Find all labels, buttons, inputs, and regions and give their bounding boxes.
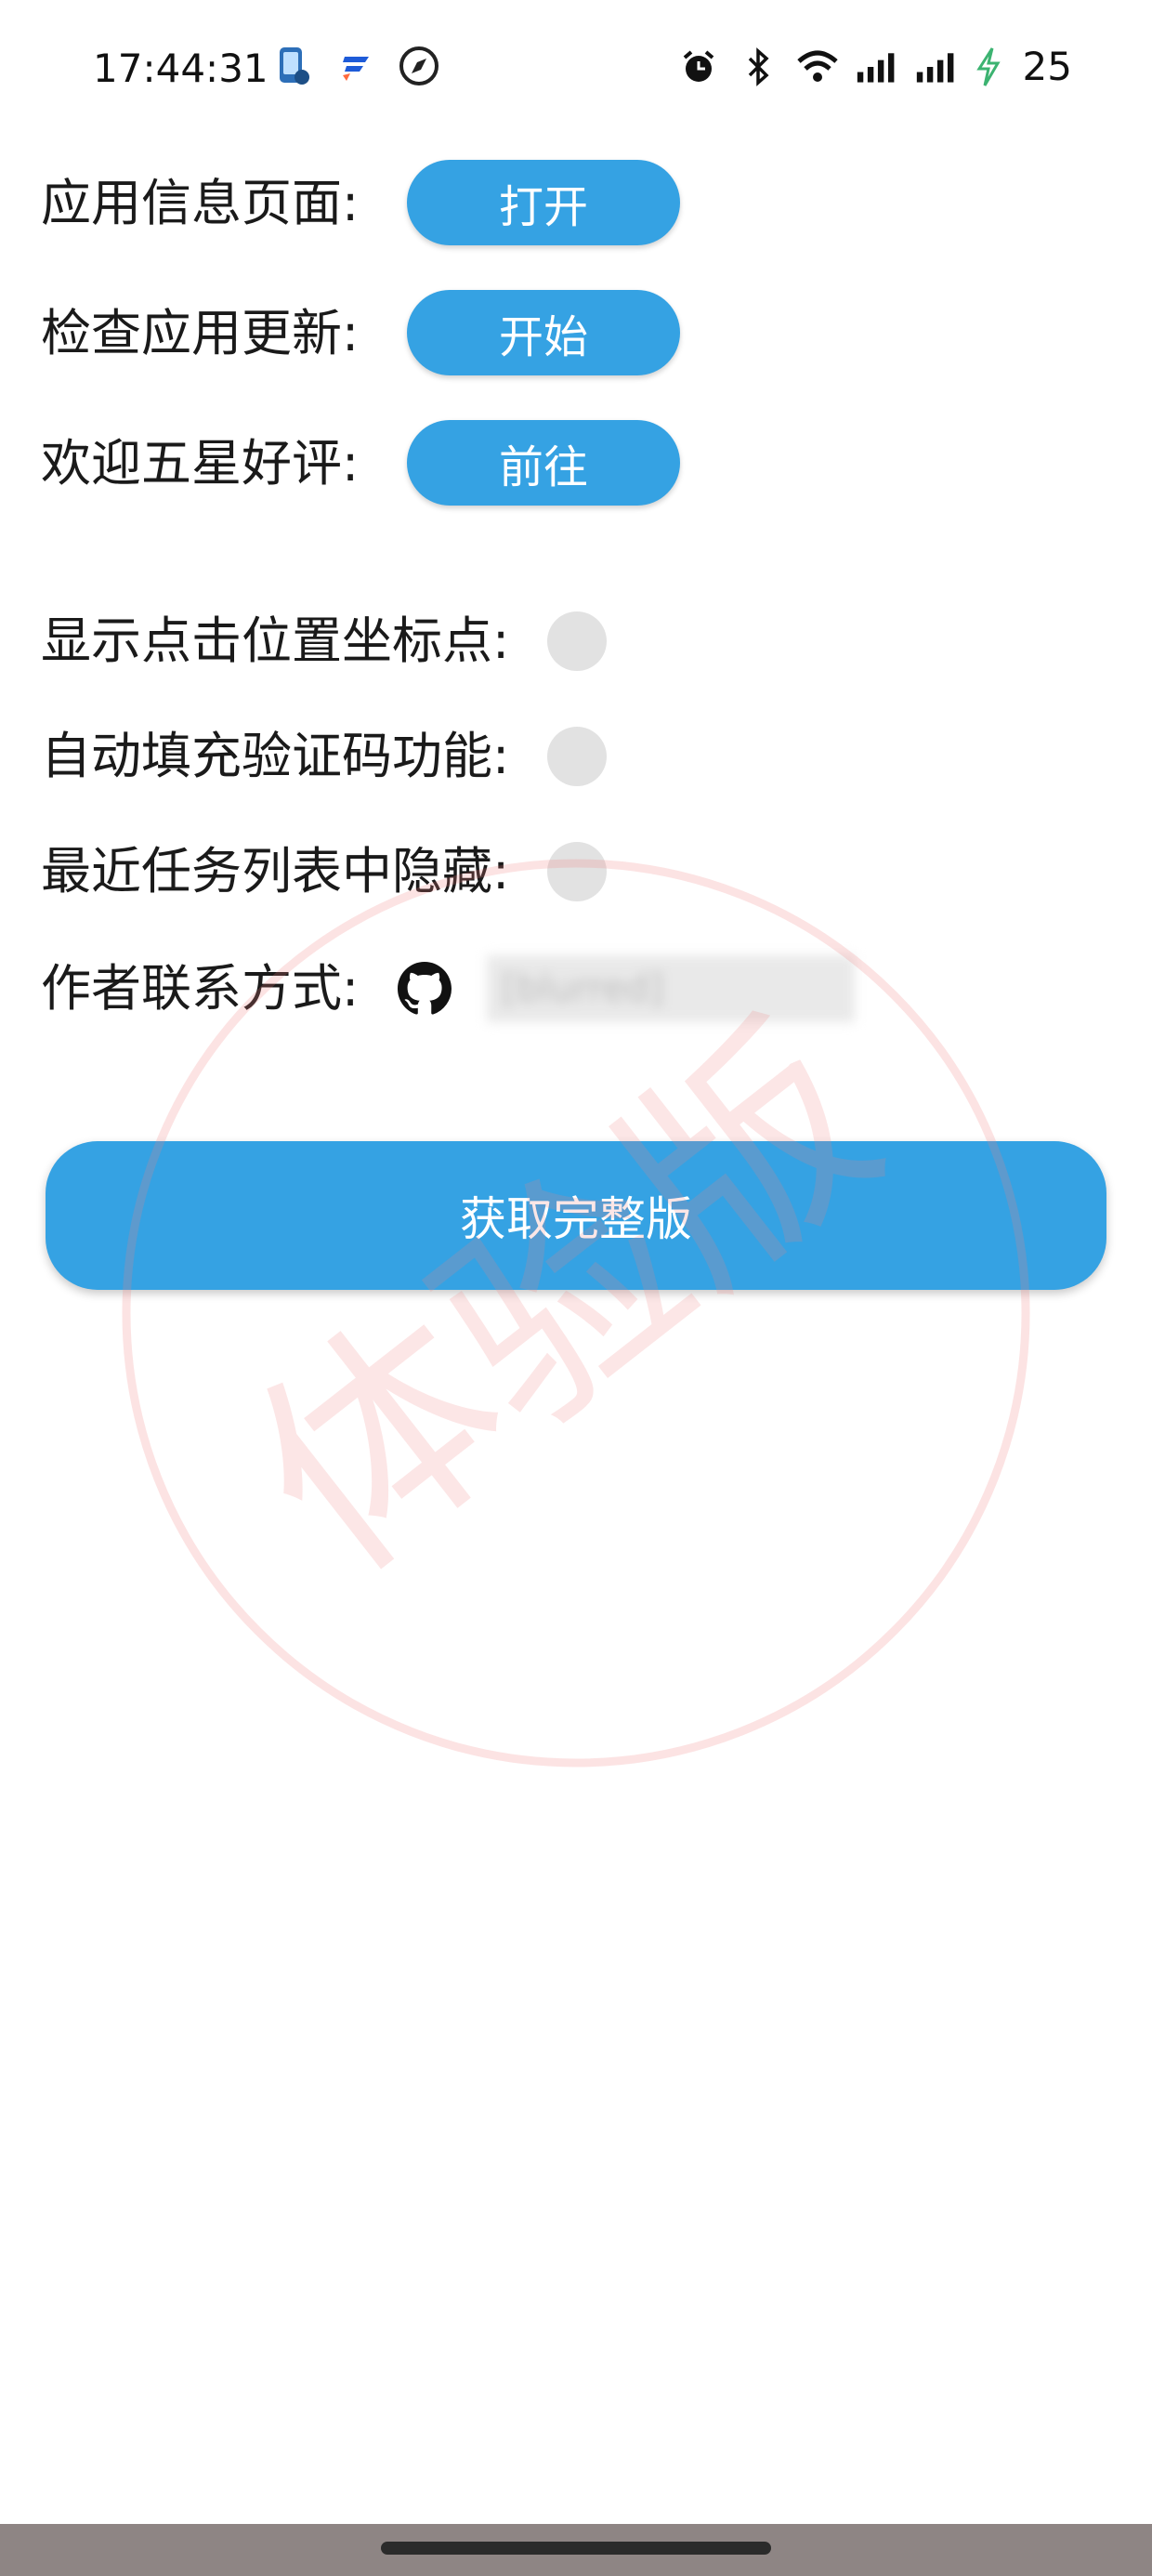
alarm-icon — [677, 46, 720, 88]
bluetooth-icon — [737, 46, 779, 88]
status-bar: 17:44:31 25 — [0, 0, 1152, 139]
author-contact-row: 作者联系方式: — [41, 955, 359, 1022]
rate-row: 欢迎五星好评: — [41, 430, 359, 497]
battery-level: 25 — [1022, 44, 1072, 89]
start-check-update-button[interactable]: 开始 — [407, 290, 680, 375]
compass-icon — [398, 45, 440, 87]
hide-recents-row: 最近任务列表中隐藏: — [41, 838, 509, 905]
author-contact-label: 作者联系方式: — [41, 959, 360, 1018]
go-rate-button[interactable]: 前往 — [407, 420, 680, 506]
auto-fill-code-toggle[interactable] — [547, 727, 607, 786]
get-full-version-button[interactable]: 获取完整版 — [46, 1141, 1106, 1290]
watermark-text: 体验版 — [208, 979, 923, 1621]
auto-fill-code-label: 自动填充验证码功能: — [41, 727, 510, 785]
wifi-icon — [796, 46, 839, 88]
open-app-info-button[interactable]: 打开 — [407, 160, 680, 245]
status-time: 17:44:31 — [93, 46, 268, 91]
check-update-row: 检查应用更新: — [41, 300, 359, 367]
feishu-icon — [334, 45, 377, 87]
navigation-bar — [0, 2524, 1152, 2576]
app-info-row: 应用信息页面: — [41, 170, 359, 237]
auto-fill-code-row: 自动填充验证码功能: — [41, 723, 509, 790]
charging-icon — [975, 46, 1002, 88]
github-icon[interactable] — [398, 962, 452, 1016]
hide-recents-label: 最近任务列表中隐藏: — [41, 842, 510, 900]
home-gesture-handle[interactable] — [381, 2542, 771, 2555]
app-info-label: 应用信息页面: — [41, 174, 360, 232]
show-touch-row: 显示点击位置坐标点: — [41, 608, 509, 675]
check-update-label: 检查应用更新: — [41, 304, 360, 362]
hide-recents-toggle[interactable] — [547, 842, 607, 901]
show-touch-toggle[interactable] — [547, 611, 607, 671]
author-contact-value[interactable]: [blurred] — [487, 955, 855, 1022]
status-left-icons — [271, 45, 440, 87]
phone-app-icon — [271, 45, 314, 87]
rate-label: 欢迎五星好评: — [41, 434, 360, 493]
show-touch-label: 显示点击位置坐标点: — [41, 611, 510, 670]
status-right-icons: 25 — [677, 41, 1072, 93]
signal-icon — [915, 46, 958, 88]
signal-icon — [856, 46, 898, 88]
